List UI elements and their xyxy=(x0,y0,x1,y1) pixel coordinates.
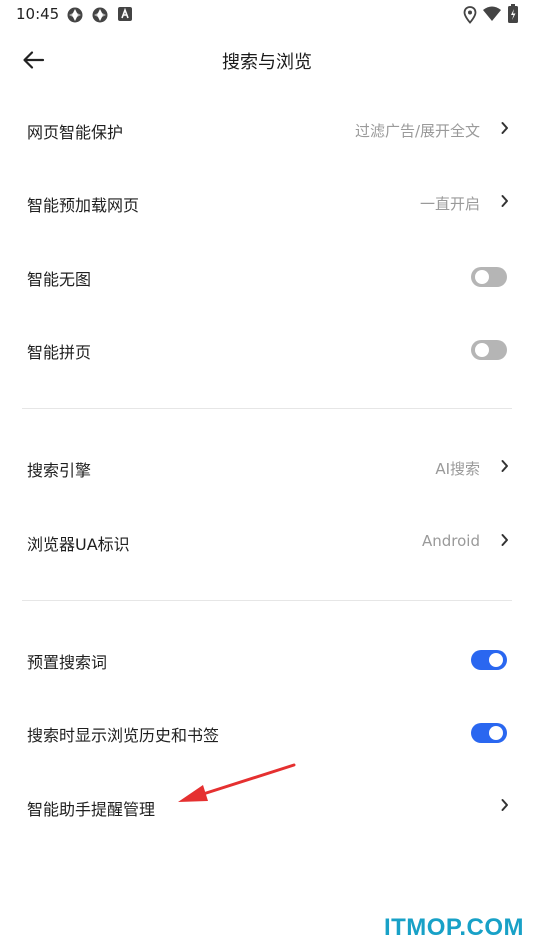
row-label: 网页智能保护 xyxy=(27,123,124,142)
row-preset-search-words: 预置搜索词 xyxy=(0,628,534,692)
row-label: 智能预加载网页 xyxy=(27,196,140,215)
preset-search-words-toggle[interactable] xyxy=(471,650,507,670)
row-assistant-reminder-management[interactable]: 智能助手提醒管理 xyxy=(0,775,534,839)
row-web-smart-protection[interactable]: 网页智能保护 过滤广告/展开全文 xyxy=(0,98,534,162)
toggle-knob xyxy=(489,726,503,740)
show-history-bookmarks-toggle[interactable] xyxy=(471,723,507,743)
row-browser-ua[interactable]: 浏览器UA标识 Android xyxy=(0,510,534,574)
chevron-right-icon xyxy=(501,122,508,134)
smart-page-merge-toggle[interactable] xyxy=(471,340,507,360)
chevron-right-icon xyxy=(501,195,508,207)
app-notification-icon xyxy=(92,7,108,23)
row-smart-no-image: 智能无图 xyxy=(0,245,534,309)
app-header: 搜索与浏览 xyxy=(0,38,534,82)
page-title: 搜索与浏览 xyxy=(222,52,312,73)
row-value: 过滤广告/展开全文 xyxy=(354,122,480,140)
row-label: 预置搜索词 xyxy=(27,653,108,672)
chevron-right-icon xyxy=(501,534,508,546)
wifi-icon xyxy=(483,6,501,21)
toggle-knob xyxy=(475,343,489,357)
toggle-knob xyxy=(489,653,503,667)
row-value: Android xyxy=(422,532,480,550)
settings-screen: 10:45 搜索与浏览 网页智能保护 过滤广告/展开全文 智能预加载网页 一直开… xyxy=(0,0,534,950)
row-smart-preload[interactable]: 智能预加载网页 一直开启 xyxy=(0,171,534,235)
row-label: 智能无图 xyxy=(27,270,92,289)
battery-icon xyxy=(508,4,518,23)
app-notification-icon xyxy=(67,7,83,23)
row-label: 智能拼页 xyxy=(27,343,92,362)
row-label: 智能助手提醒管理 xyxy=(27,800,156,819)
row-label: 搜索引擎 xyxy=(27,461,92,480)
row-label: 搜索时显示浏览历史和书签 xyxy=(27,726,220,745)
row-value: 一直开启 xyxy=(419,195,480,213)
row-search-engine[interactable]: 搜索引擎 AI搜索 xyxy=(0,436,534,500)
section-divider xyxy=(22,408,512,409)
smart-no-image-toggle[interactable] xyxy=(471,267,507,287)
row-smart-page-merge: 智能拼页 xyxy=(0,318,534,382)
chevron-right-icon xyxy=(501,799,508,811)
section-divider xyxy=(22,600,512,601)
row-label: 浏览器UA标识 xyxy=(27,535,130,554)
status-bar: 10:45 xyxy=(0,0,534,28)
toggle-knob xyxy=(475,270,489,284)
watermark-logo: ITMOP.COM xyxy=(383,914,524,941)
chevron-right-icon xyxy=(501,460,508,472)
status-time: 10:45 xyxy=(16,5,60,23)
row-value: AI搜索 xyxy=(435,460,480,478)
row-show-history-bookmarks: 搜索时显示浏览历史和书签 xyxy=(0,701,534,765)
location-icon xyxy=(463,6,477,24)
text-notification-icon xyxy=(118,7,132,21)
